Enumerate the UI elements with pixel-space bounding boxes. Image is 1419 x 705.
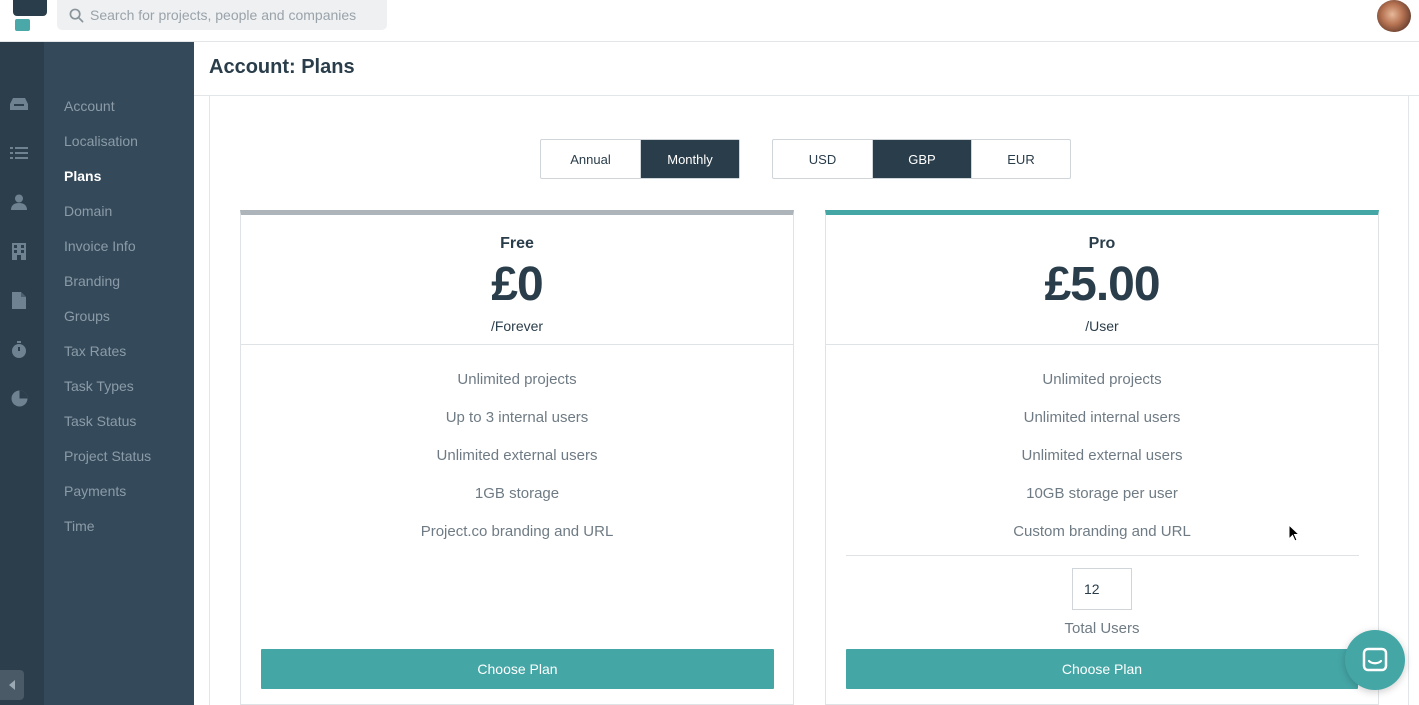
search-placeholder: Search for projects, people and companie… xyxy=(90,7,357,23)
document-icon[interactable] xyxy=(10,291,28,309)
currency-toggle: USD GBP EUR xyxy=(772,139,1071,179)
inbox-icon[interactable] xyxy=(10,95,28,113)
sidebar-item-task-types[interactable]: Task Types xyxy=(64,378,134,394)
page-title: Account: Plans xyxy=(209,56,355,78)
plan-period: /Forever xyxy=(490,318,544,334)
choose-free-plan-button[interactable]: Choose Plan xyxy=(261,649,774,689)
billing-period-toggle: Annual Monthly xyxy=(540,139,740,179)
divider xyxy=(846,555,1359,556)
sidebar-item-payments[interactable]: Payments xyxy=(64,483,126,499)
sidebar-item-project-status[interactable]: Project Status xyxy=(64,448,151,464)
chevron-left-icon xyxy=(9,680,15,690)
mouse-cursor-icon xyxy=(1288,524,1300,542)
total-users-input[interactable]: 12 xyxy=(1072,568,1132,610)
chat-launcher-button[interactable] xyxy=(1345,630,1405,690)
person-icon[interactable] xyxy=(10,193,28,211)
monthly-option[interactable]: Monthly xyxy=(640,140,739,178)
sidebar-item-invoice-info[interactable]: Invoice Info xyxy=(64,238,136,254)
sidebar-item-plans[interactable]: Plans xyxy=(64,168,101,184)
chat-icon xyxy=(1362,647,1388,672)
divider xyxy=(826,344,1378,345)
plan-name: Free xyxy=(500,235,534,252)
sidebar-item-groups[interactable]: Groups xyxy=(64,308,110,324)
feature-item: Unlimited external users xyxy=(436,447,598,464)
sidebar-item-tax-rates[interactable]: Tax Rates xyxy=(64,343,126,359)
feature-item: 10GB storage per user xyxy=(1026,485,1178,502)
pie-chart-icon[interactable] xyxy=(10,389,28,407)
search-icon xyxy=(69,8,84,22)
sidebar-item-domain[interactable]: Domain xyxy=(64,203,112,219)
list-icon[interactable] xyxy=(10,144,28,162)
page-header: Account: Plans xyxy=(194,42,1419,96)
plan-price: £5.00 xyxy=(1044,258,1160,311)
plan-period: /User xyxy=(1085,318,1119,334)
feature-item: Project.co branding and URL xyxy=(420,523,614,540)
feature-item: Unlimited internal users xyxy=(1023,409,1181,426)
sidebar-item-branding[interactable]: Branding xyxy=(64,273,120,289)
icon-rail xyxy=(0,42,44,705)
sidebar-item-account[interactable]: Account xyxy=(64,98,115,114)
divider xyxy=(241,344,793,345)
eur-option[interactable]: EUR xyxy=(971,140,1070,178)
settings-sidebar: Account Localisation Plans Domain Invoic… xyxy=(44,42,194,705)
total-users-label: Total Users xyxy=(1064,620,1140,637)
building-icon[interactable] xyxy=(10,242,28,260)
feature-item: Unlimited projects xyxy=(1042,371,1162,388)
stopwatch-icon[interactable] xyxy=(10,340,28,358)
plan-price: £0 xyxy=(491,258,543,311)
free-plan-card: Free £0 /Forever Unlimited projects Up t… xyxy=(240,210,794,705)
search-input[interactable]: Search for projects, people and companie… xyxy=(57,0,387,30)
avatar[interactable] xyxy=(1377,0,1411,32)
sidebar-item-localisation[interactable]: Localisation xyxy=(64,133,138,149)
usd-option[interactable]: USD xyxy=(773,140,872,178)
app-logo[interactable] xyxy=(13,0,47,36)
collapse-sidebar-button[interactable] xyxy=(0,670,24,700)
choose-pro-plan-button[interactable]: Choose Plan xyxy=(846,649,1358,689)
sidebar-item-task-status[interactable]: Task Status xyxy=(64,413,136,429)
gbp-option[interactable]: GBP xyxy=(872,140,971,178)
top-bar: Search for projects, people and companie… xyxy=(0,0,1419,42)
plan-name: Pro xyxy=(1088,235,1116,252)
annual-option[interactable]: Annual xyxy=(541,140,640,178)
feature-item: Unlimited projects xyxy=(457,371,577,388)
feature-item: Unlimited external users xyxy=(1021,447,1183,464)
feature-item: Up to 3 internal users xyxy=(445,409,589,426)
feature-item: 1GB storage xyxy=(474,485,560,502)
pro-plan-card: Pro £5.00 /User Unlimited projects Unlim… xyxy=(825,210,1379,705)
sidebar-item-time[interactable]: Time xyxy=(64,518,95,534)
